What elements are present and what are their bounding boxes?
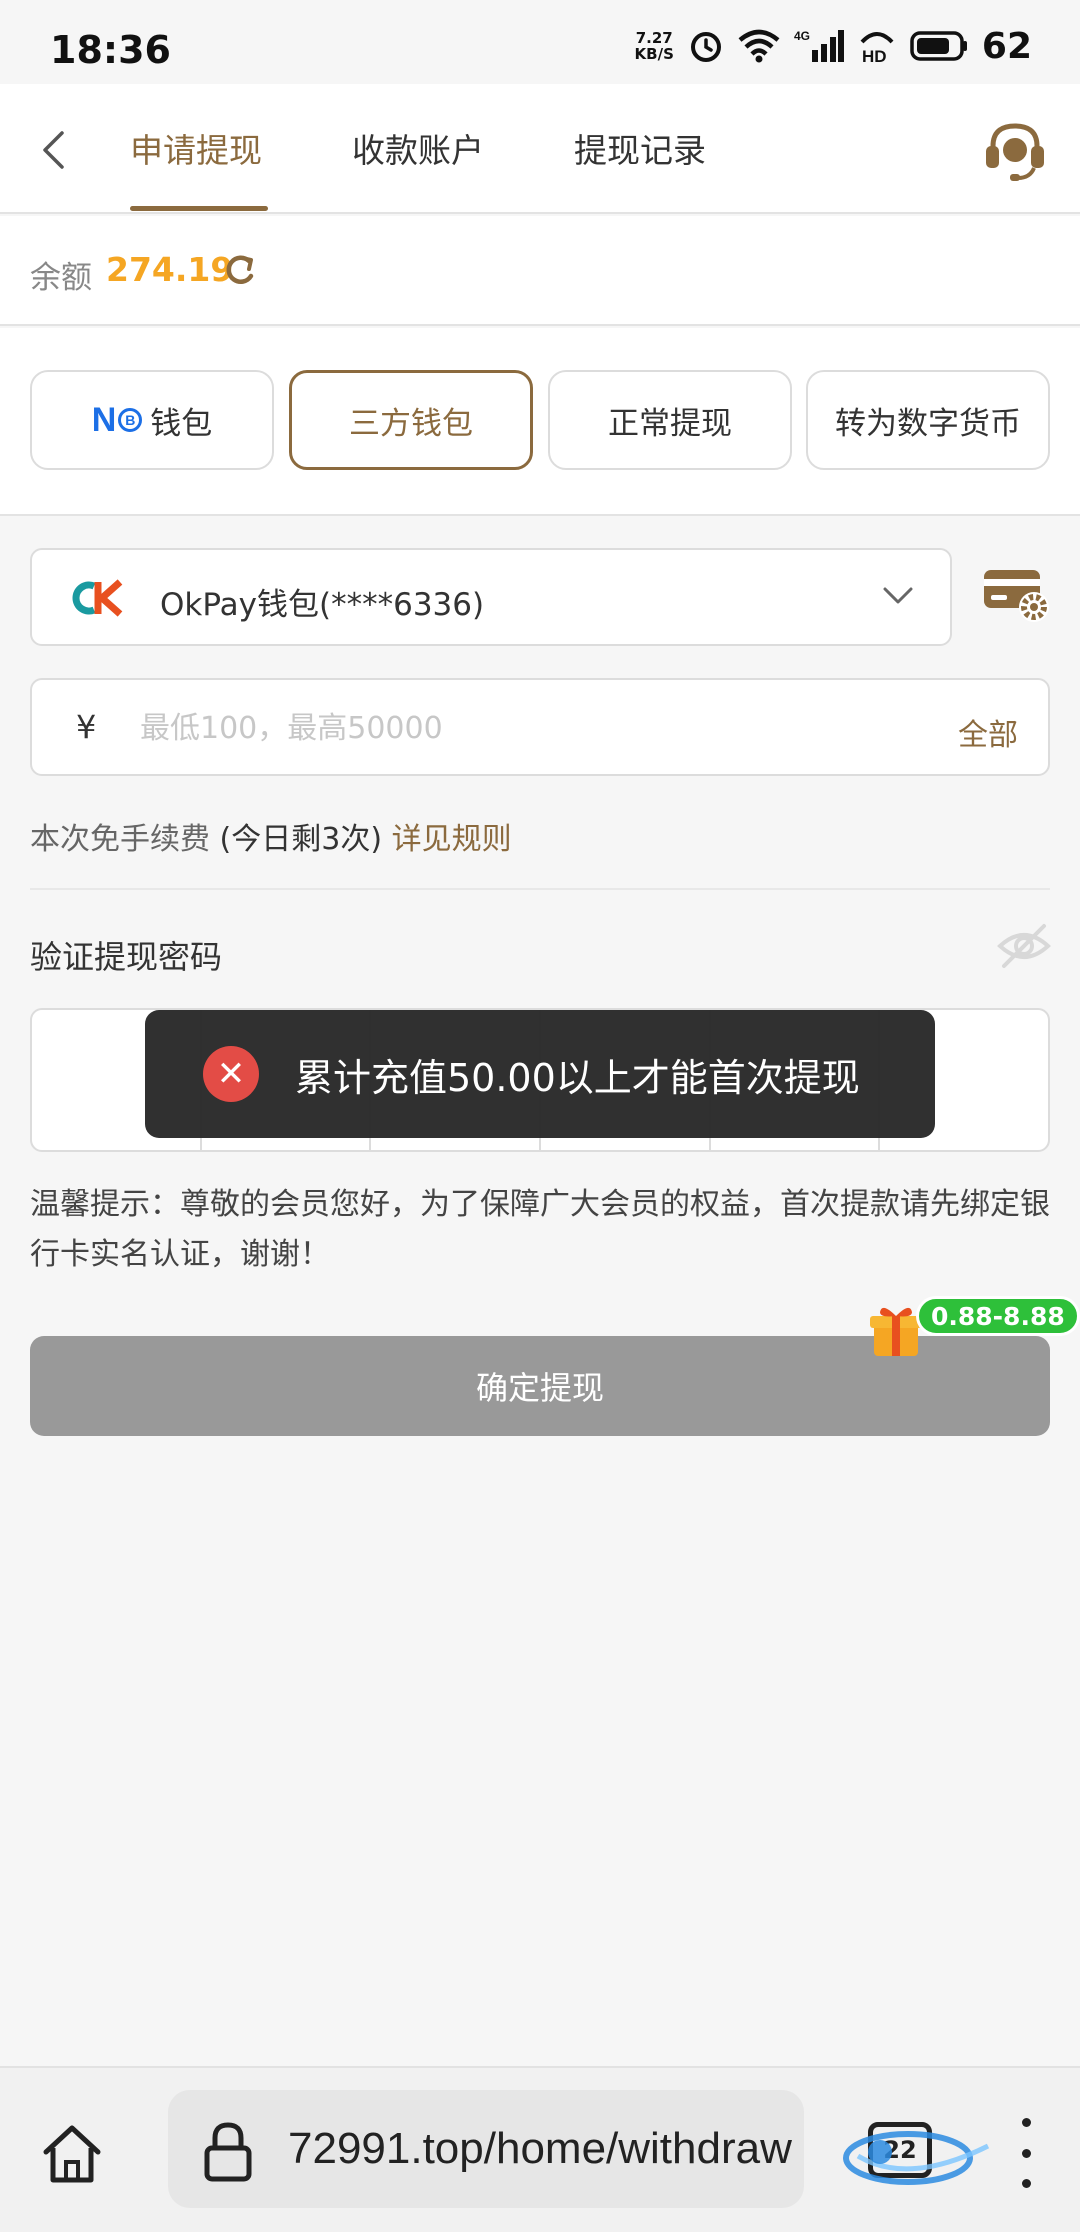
refresh-icon[interactable] [222, 252, 258, 288]
net-speed: 7.27 KB/S [635, 30, 674, 62]
fee-remaining-count: (今日剩3次) [219, 822, 383, 857]
chevron-left-icon [43, 131, 64, 169]
battery-icon [910, 31, 967, 61]
tab-withdraw-records[interactable]: 提现记录 [574, 124, 706, 172]
address-bar[interactable]: 72991.top/home/withdraw [168, 2090, 804, 2208]
wallet-option-third-party[interactable]: 三方钱包 [289, 370, 533, 470]
wallet-type-section: N B 钱包 三方钱包 正常提现 转为数字货币 [0, 328, 1080, 516]
status-icons: 7.27 KB/S 4G HD 62 [635, 25, 1032, 67]
battery-level: 62 [981, 25, 1032, 67]
wallet-option-label: 钱包 [150, 405, 213, 442]
password-label: 验证提现密码 [30, 938, 223, 976]
okpay-logo-icon [72, 579, 123, 617]
alarm-icon [690, 32, 721, 62]
currency-symbol: ¥ [76, 708, 97, 746]
chevron-down-icon [883, 587, 913, 604]
net-speed-unit: KB/S [634, 45, 674, 63]
tip-text: 温馨提示：尊敬的会员您好，为了保障广大会员的权益，首次提款请先绑定银行卡实名认证… [30, 1187, 1050, 1272]
nb-logo-letter: N [91, 400, 117, 439]
nb-logo-badge: B [118, 408, 143, 432]
rules-link[interactable]: 详见规则 [392, 822, 512, 857]
eye-hidden-icon[interactable] [996, 920, 1052, 972]
balance-value: 274.19 [106, 250, 234, 289]
tab-withdraw-apply[interactable]: 申请提现 [130, 124, 262, 172]
watermark-logo [843, 2131, 990, 2185]
toast-message: 累计充值50.00以上才能首次提现 [295, 1055, 860, 1100]
back-button[interactable] [28, 122, 78, 178]
account-select[interactable]: OkPay钱包(****6336) [30, 548, 952, 646]
wifi-icon [738, 29, 780, 63]
headset-icon [986, 123, 1044, 181]
hd-icon: HD [860, 32, 894, 64]
customer-service-button[interactable] [982, 118, 1048, 182]
wallet-option-nb[interactable]: N B 钱包 [30, 370, 274, 470]
tab-payment-accounts[interactable]: 收款账户 [352, 124, 484, 172]
active-tab-indicator [130, 206, 268, 211]
wallet-option-normal[interactable]: 正常提现 [548, 370, 792, 470]
net-speed-value: 7.27 [635, 29, 673, 47]
amount-input[interactable] [140, 698, 840, 758]
withdraw-all-button[interactable]: 全部 [958, 710, 1018, 754]
error-icon: ✕ [203, 1046, 259, 1102]
balance-row: 余额 274.19 [0, 216, 1080, 326]
balance-label: 余额 [30, 260, 92, 296]
signal-icon: 4G [794, 29, 844, 62]
nb-wallet-logo: N B [92, 401, 143, 440]
fee-text: 本次免手续费 [30, 822, 210, 857]
gift-badge[interactable]: 0.88-8.88 [916, 1296, 1080, 1336]
lock-icon [204, 2122, 252, 2182]
url-text: 72991.top/home/withdraw [288, 2124, 792, 2173]
amount-field: ¥ 全部 [30, 678, 1050, 776]
fee-info: 本次免手续费 (今日剩3次) 详见规则 [30, 814, 512, 858]
status-time: 18:36 [50, 28, 171, 72]
status-bar: 18:36 7.27 KB/S 4G HD 62 [0, 0, 1080, 84]
card-settings-icon[interactable] [982, 566, 1052, 624]
hd-label: HD [862, 47, 887, 64]
signal-label: 4G [794, 29, 810, 43]
wallet-option-crypto[interactable]: 转为数字货币 [806, 370, 1050, 470]
home-icon[interactable] [40, 2122, 104, 2186]
error-toast: ✕ 累计充值50.00以上才能首次提现 [145, 1010, 935, 1138]
selected-account: OkPay钱包(****6336) [160, 587, 485, 623]
header: 申请提现 收款账户 提现记录 [0, 84, 1080, 214]
divider [30, 888, 1050, 890]
